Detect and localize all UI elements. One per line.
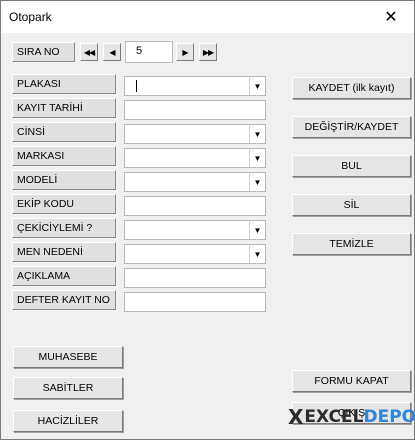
cekiciylemi-combobox[interactable]: ▼	[124, 220, 266, 240]
find-button[interactable]: BUL	[292, 155, 411, 177]
defter-kayit-no-input[interactable]	[124, 292, 266, 312]
form-client-area: SIRA NO ◀◀ ◀ 5 ▶ ▶▶ PLAKASI KAYIT TARİHİ…	[1, 33, 415, 439]
markasi-combobox[interactable]: ▼	[124, 148, 266, 168]
delete-button[interactable]: SİL	[292, 194, 411, 216]
chevron-down-icon[interactable]: ▼	[249, 173, 265, 191]
close-form-button[interactable]: FORMU KAPAT	[292, 370, 411, 392]
accounting-button[interactable]: MUHASEBE	[13, 346, 123, 368]
plakasi-label: PLAKASI	[12, 74, 116, 94]
sira-no-label: SIRA NO	[12, 42, 75, 62]
chevron-down-icon[interactable]: ▼	[249, 125, 265, 143]
ekip-kodu-input[interactable]	[124, 196, 266, 216]
clear-button[interactable]: TEMİZLE	[292, 233, 411, 255]
chevron-down-icon[interactable]: ▼	[249, 77, 265, 95]
markasi-label: MARKASI	[12, 146, 116, 166]
otopark-window: Otopark ✕ SIRA NO ◀◀ ◀ 5 ▶ ▶▶ PLAKASI KA…	[0, 0, 415, 440]
men-nedeni-combobox[interactable]: ▼	[124, 244, 266, 264]
men-nedeni-label: MEN NEDENİ	[12, 242, 116, 262]
logo-x-mark: X	[288, 405, 304, 429]
aciklama-label: AÇIKLAMA	[12, 266, 116, 286]
modeli-label: MODELİ	[12, 170, 116, 190]
defter-kayit-no-label: DEFTER KAYIT NO	[12, 290, 116, 310]
kayit-tarihi-label: KAYIT TARİHİ	[12, 98, 116, 118]
plakasi-combobox[interactable]: ▼	[124, 76, 266, 96]
title-bar: Otopark ✕	[1, 1, 414, 33]
cekiciylemi-label: ÇEKİCİYLEMİ ?	[12, 218, 116, 238]
window-title: Otopark	[9, 10, 52, 24]
update-save-button[interactable]: DEĞİŞTİR/KAYDET	[292, 116, 411, 138]
last-record-button[interactable]: ▶▶	[199, 43, 217, 61]
save-first-record-button[interactable]: KAYDET (ilk kayıt)	[292, 77, 411, 99]
cinsi-combobox[interactable]: ▼	[124, 124, 266, 144]
logo-text-excel: EXCEL	[304, 407, 364, 427]
constants-button[interactable]: SABİTLER	[13, 377, 123, 399]
sira-no-input[interactable]: 5	[125, 41, 173, 63]
first-record-button[interactable]: ◀◀	[80, 43, 98, 61]
logo-text-depo: DEPO	[363, 407, 415, 427]
chevron-down-icon[interactable]: ▼	[249, 149, 265, 167]
modeli-combobox[interactable]: ▼	[124, 172, 266, 192]
cinsi-label: CİNSİ	[12, 122, 116, 142]
chevron-down-icon[interactable]: ▼	[249, 221, 265, 239]
kayit-tarihi-input[interactable]	[124, 100, 266, 120]
exceldepo-logo: X EXCEL DEPO	[288, 403, 415, 431]
ekip-kodu-label: EKİP KODU	[12, 194, 116, 214]
seized-button[interactable]: HACİZLİLER	[13, 410, 123, 432]
previous-record-button[interactable]: ◀	[103, 43, 121, 61]
next-record-button[interactable]: ▶	[176, 43, 194, 61]
text-cursor	[136, 80, 137, 92]
chevron-down-icon[interactable]: ▼	[249, 245, 265, 263]
close-icon[interactable]: ✕	[368, 1, 414, 33]
aciklama-input[interactable]	[124, 268, 266, 288]
